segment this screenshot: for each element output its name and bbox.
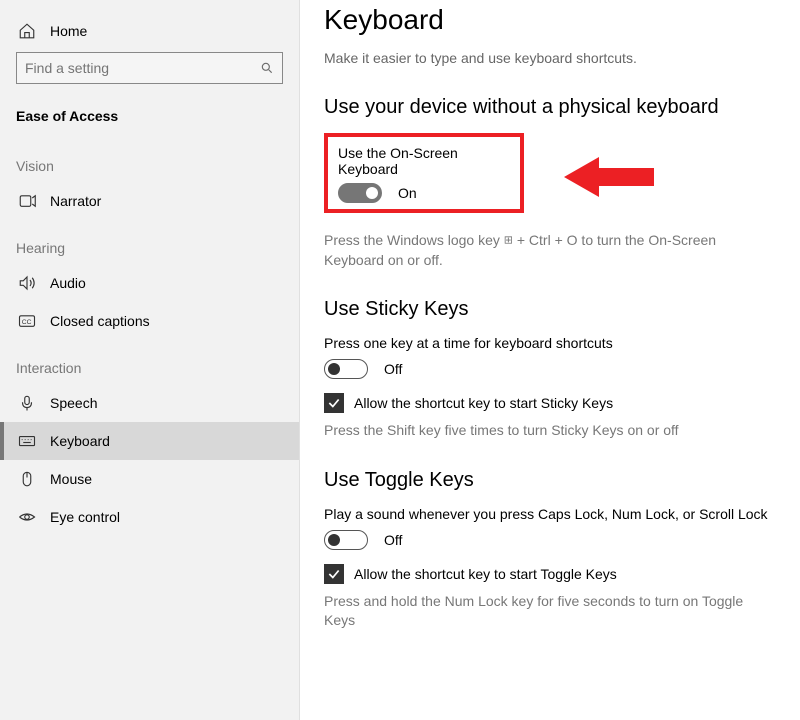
sticky-label: Press one key at a time for keyboard sho… <box>324 335 776 351</box>
sidebar-item-label: Speech <box>50 395 97 411</box>
osk-label: Use the On-Screen Keyboard <box>338 145 510 177</box>
osk-toggle-state: On <box>398 185 417 201</box>
osk-highlight-box: Use the On-Screen Keyboard On <box>324 133 524 213</box>
svg-text:CC: CC <box>22 319 32 326</box>
osk-highlight-row: Use the On-Screen Keyboard On <box>324 133 776 223</box>
sidebar-item-audio[interactable]: Audio <box>0 264 299 302</box>
togglekeys-toggle[interactable] <box>324 530 368 550</box>
sidebar-item-label: Keyboard <box>50 433 110 449</box>
togglekeys-hint: Press and hold the Num Lock key for five… <box>324 592 754 631</box>
sidebar-item-label: Audio <box>50 275 86 291</box>
cc-icon: CC <box>18 312 36 330</box>
mouse-icon <box>18 470 36 488</box>
speech-icon <box>18 394 36 412</box>
togglekeys-shortcut-checkbox[interactable] <box>324 564 344 584</box>
sidebar-item-label: Closed captions <box>50 313 150 329</box>
sidebar-item-label: Mouse <box>50 471 92 487</box>
search-box[interactable] <box>16 52 283 84</box>
togglekeys-label: Play a sound whenever you press Caps Loc… <box>324 506 776 522</box>
search-input[interactable] <box>25 60 260 76</box>
search-icon <box>260 61 274 75</box>
sidebar-item-label: Narrator <box>50 193 101 209</box>
page-intro: Make it easier to type and use keyboard … <box>324 50 776 66</box>
audio-icon <box>18 274 36 292</box>
togglekeys-checkbox-label: Allow the shortcut key to start Toggle K… <box>354 566 617 582</box>
main-content: Keyboard Make it easier to type and use … <box>300 0 800 720</box>
sidebar-item-mouse[interactable]: Mouse <box>0 460 299 498</box>
sticky-checkbox-label: Allow the shortcut key to start Sticky K… <box>354 395 613 411</box>
windows-key-icon: ⊞ <box>504 235 513 247</box>
group-label-vision: Vision <box>0 138 299 182</box>
osk-toggle[interactable] <box>338 183 382 203</box>
sticky-hint: Press the Shift key five times to turn S… <box>324 421 754 441</box>
group-label-hearing: Hearing <box>0 220 299 264</box>
sidebar-item-label: Eye control <box>50 509 120 525</box>
sidebar: Home Ease of Access Vision Narrator Hear… <box>0 0 300 720</box>
sidebar-item-speech[interactable]: Speech <box>0 384 299 422</box>
sidebar-item-eye-control[interactable]: Eye control <box>0 498 299 536</box>
sidebar-item-closed-captions[interactable]: CC Closed captions <box>0 302 299 340</box>
annotation-arrow-icon <box>564 152 654 205</box>
eye-icon <box>18 508 36 526</box>
sidebar-item-keyboard[interactable]: Keyboard <box>0 422 299 460</box>
sticky-heading: Use Sticky Keys <box>324 298 776 321</box>
group-label-interaction: Interaction <box>0 340 299 384</box>
narrator-icon <box>18 192 36 210</box>
home-icon <box>18 22 36 40</box>
sticky-toggle[interactable] <box>324 359 368 379</box>
home-button[interactable]: Home <box>0 16 299 52</box>
home-label: Home <box>50 23 87 39</box>
sticky-shortcut-checkbox[interactable] <box>324 393 344 413</box>
togglekeys-toggle-state: Off <box>384 532 402 548</box>
sticky-toggle-state: Off <box>384 361 402 377</box>
osk-hint: Press the Windows logo key ⊞ + Ctrl + O … <box>324 231 754 270</box>
keyboard-icon <box>18 432 36 450</box>
page-title: Keyboard <box>324 4 776 36</box>
togglekeys-heading: Use Toggle Keys <box>324 469 776 492</box>
sidebar-item-narrator[interactable]: Narrator <box>0 182 299 220</box>
osk-heading: Use your device without a physical keybo… <box>324 96 776 119</box>
section-title: Ease of Access <box>0 100 299 138</box>
